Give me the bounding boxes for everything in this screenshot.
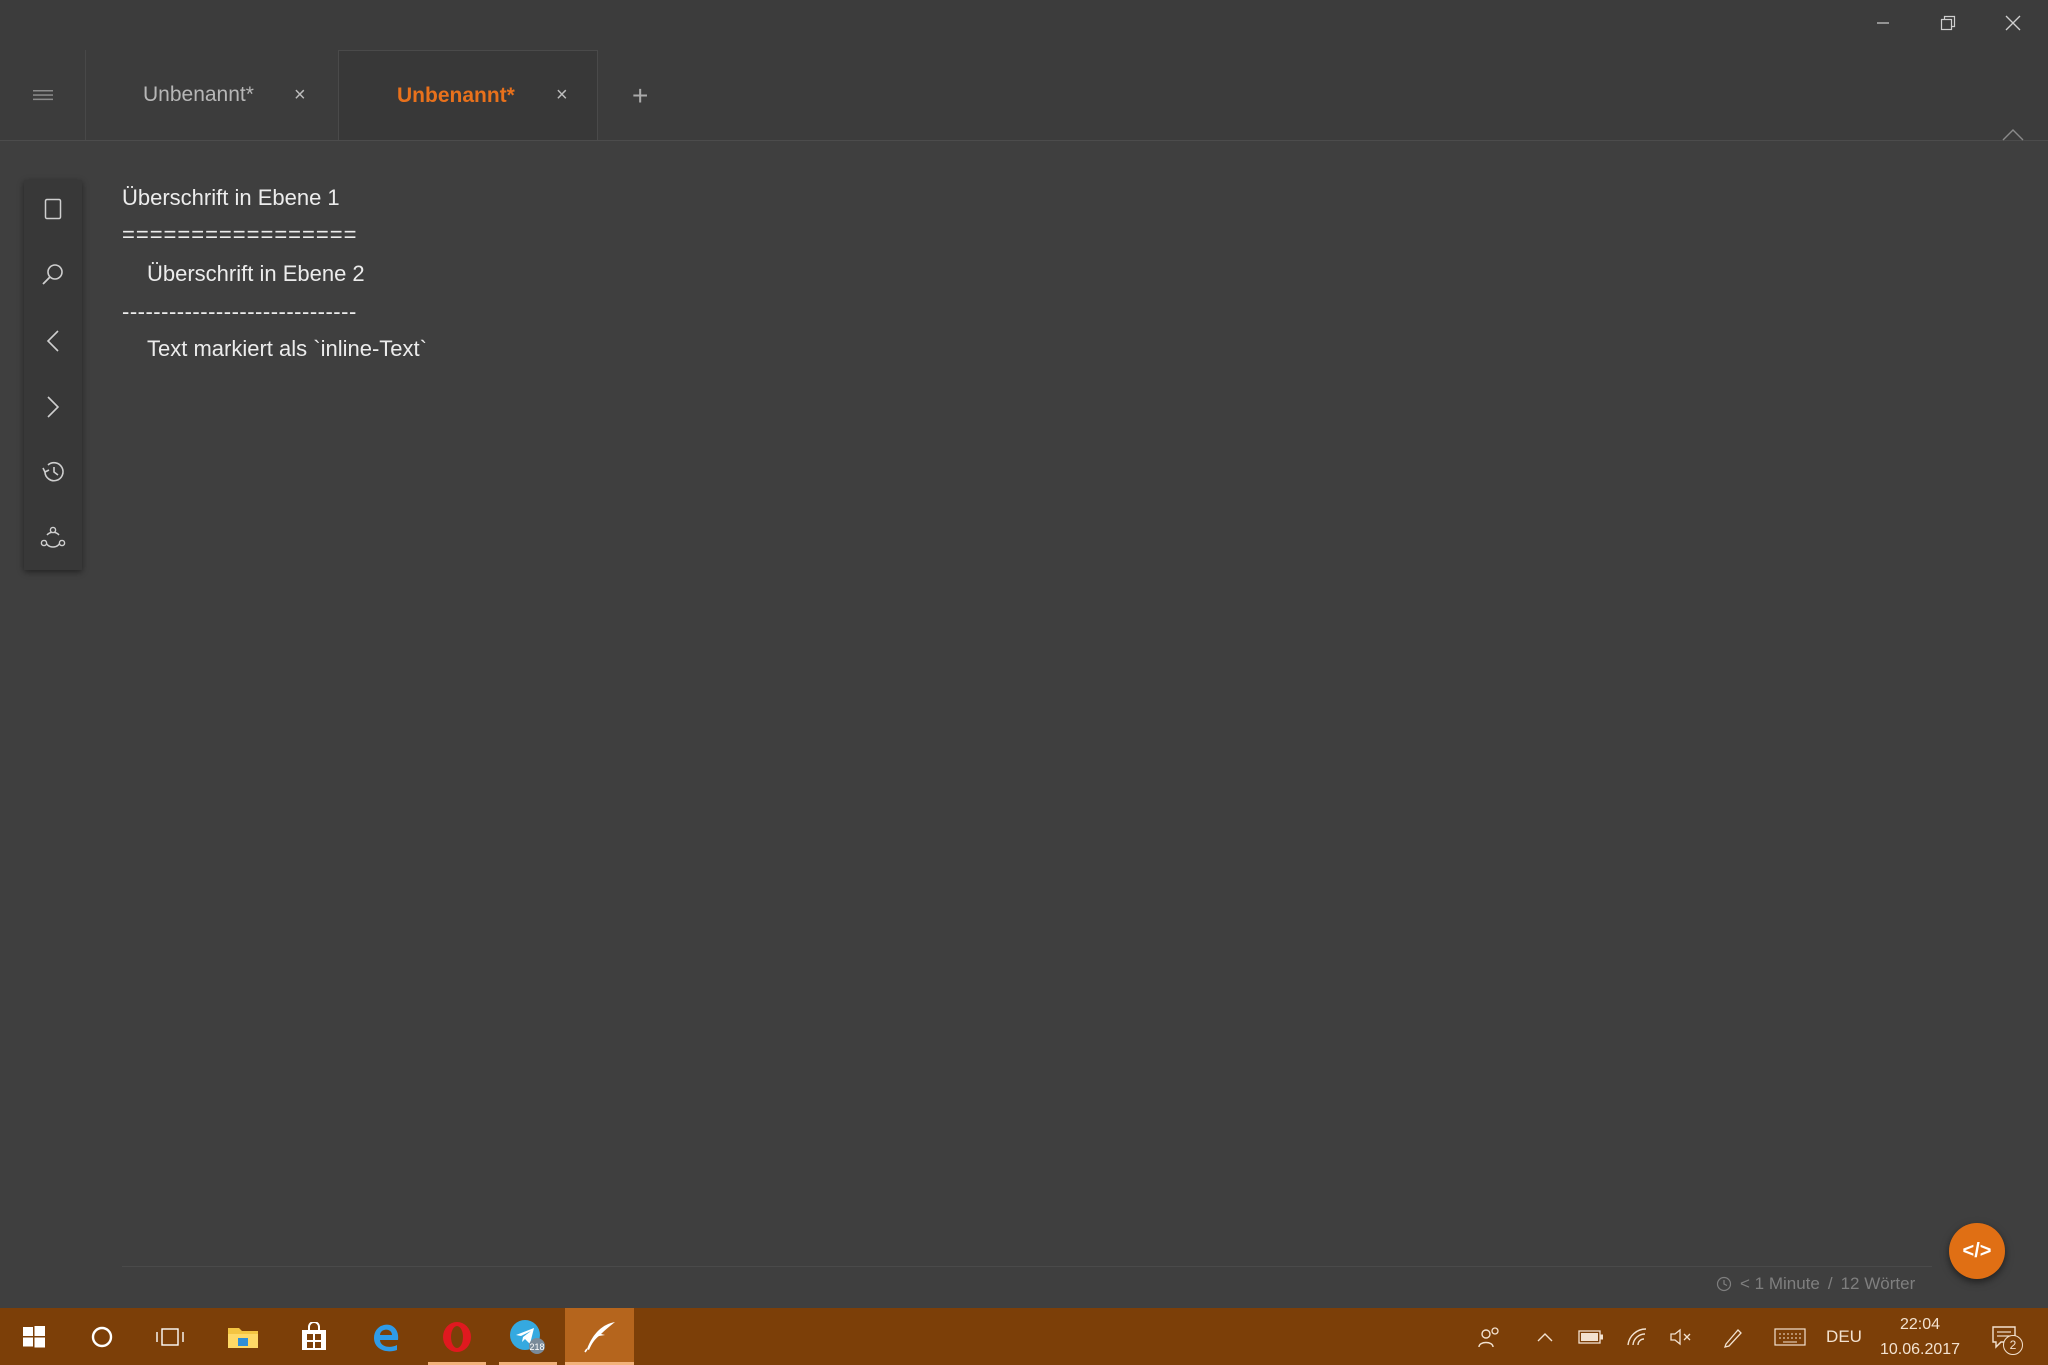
minimize-button[interactable] [1853, 8, 1913, 38]
new-tab-button[interactable]: + [632, 82, 648, 110]
minimize-icon [1877, 22, 1889, 24]
editor-line-heading-1: Überschrift in Ebene 1 [122, 185, 340, 210]
touch-keyboard-button[interactable] [1770, 1308, 1810, 1365]
search-button[interactable] [24, 251, 82, 299]
editor-line-inline-text: Text markiert als `inline-Text` [147, 336, 427, 361]
windows-start-icon [23, 1325, 45, 1347]
volume-button[interactable] [1664, 1308, 1698, 1365]
show-hidden-icons-button[interactable] [1528, 1308, 1562, 1365]
pen-icon [1724, 1328, 1742, 1348]
task-view-button[interactable] [146, 1308, 194, 1365]
collapse-toolbar-button[interactable] [2002, 128, 2024, 146]
reading-time: < 1 Minute [1740, 1274, 1820, 1293]
keyboard-icon [1774, 1327, 1806, 1346]
telegram-icon: 218 [510, 1319, 545, 1354]
back-icon [46, 330, 59, 352]
restore-icon [1940, 15, 1956, 31]
clock[interactable]: 22:04 10.06.2017 [1870, 1312, 1970, 1362]
people-button[interactable] [1472, 1308, 1506, 1365]
search-icon [42, 264, 63, 285]
restore-button[interactable] [1918, 8, 1978, 38]
share-icon [40, 526, 66, 548]
wifi-button[interactable] [1620, 1308, 1654, 1365]
cortana-icon [91, 1326, 113, 1347]
wifi-icon [1627, 1327, 1647, 1345]
word-count: 12 Wörter [1840, 1274, 1916, 1293]
volume-muted-icon [1670, 1328, 1691, 1345]
file-explorer-button[interactable] [219, 1308, 267, 1365]
editor-line-heading-1-underline: ================= [122, 222, 358, 247]
share-button[interactable] [24, 514, 82, 562]
status-bar: < 1 Minute / 12 Wörter [1716, 1274, 1915, 1294]
store-button[interactable] [290, 1308, 338, 1365]
opera-icon [443, 1321, 471, 1352]
close-icon [2005, 15, 2021, 31]
store-icon [302, 1321, 326, 1350]
edge-icon [374, 1324, 399, 1351]
file-explorer-icon [228, 1327, 258, 1348]
quill-app-icon [583, 1321, 615, 1352]
tab-untitled-1[interactable]: Unbenannt* × [86, 50, 338, 140]
side-toolbar [24, 180, 82, 570]
markdown-editor[interactable]: Überschrift in Ebene 1 =================… [122, 180, 1922, 1260]
clock-icon [1716, 1276, 1732, 1292]
people-icon [1478, 1326, 1499, 1347]
forward-button[interactable] [24, 383, 82, 431]
tab-untitled-2-active[interactable]: Unbenannt* × [338, 50, 598, 140]
telegram-badge: 218 [529, 1342, 544, 1352]
back-button[interactable] [24, 317, 82, 365]
cortana-button[interactable] [78, 1308, 126, 1365]
chevron-up-icon [1537, 1332, 1553, 1341]
preview-toggle-button[interactable]: </> [1949, 1223, 2005, 1279]
tab-label: Unbenannt* [397, 83, 515, 107]
edge-button[interactable] [362, 1308, 410, 1365]
pen-workspace-button[interactable] [1716, 1308, 1750, 1365]
document-icon [44, 198, 62, 220]
hamburger-icon [32, 90, 53, 101]
clock-time: 22:04 [1899, 1316, 1941, 1333]
battery-icon [1578, 1329, 1603, 1344]
menu-button[interactable] [0, 50, 86, 140]
opera-button[interactable] [428, 1308, 486, 1365]
document-button[interactable] [24, 185, 82, 233]
tab-label: Unbenannt* [143, 83, 254, 106]
tab-close-button[interactable]: × [556, 84, 568, 107]
status-divider [122, 1266, 1932, 1267]
forward-icon [47, 396, 60, 418]
battery-button[interactable] [1574, 1308, 1608, 1365]
chevron-up-icon [2002, 129, 2024, 141]
clock-date: 10.06.2017 [1879, 1341, 1961, 1358]
task-view-icon [156, 1327, 184, 1346]
close-window-button[interactable] [1983, 8, 2043, 38]
notification-count-badge: 2 [2003, 1335, 2023, 1355]
start-button[interactable] [10, 1308, 58, 1365]
history-button[interactable] [24, 448, 82, 496]
input-language-button[interactable]: DEU [1824, 1308, 1864, 1365]
windows-taskbar: 218 DEU 22:04 10.06.2017 2 [0, 1308, 2048, 1365]
editor-line-heading-2-underline: ------------------------------ [122, 299, 357, 324]
quill-app-button[interactable] [565, 1308, 634, 1365]
tab-close-button[interactable]: × [294, 84, 306, 107]
telegram-button[interactable]: 218 [499, 1308, 557, 1365]
history-icon [42, 461, 64, 482]
title-bar: Unbenannt* × Unbenannt* × + [0, 0, 2048, 141]
status-separator: / [1827, 1274, 1833, 1293]
editor-line-heading-2: Überschrift in Ebene 2 [147, 261, 365, 286]
